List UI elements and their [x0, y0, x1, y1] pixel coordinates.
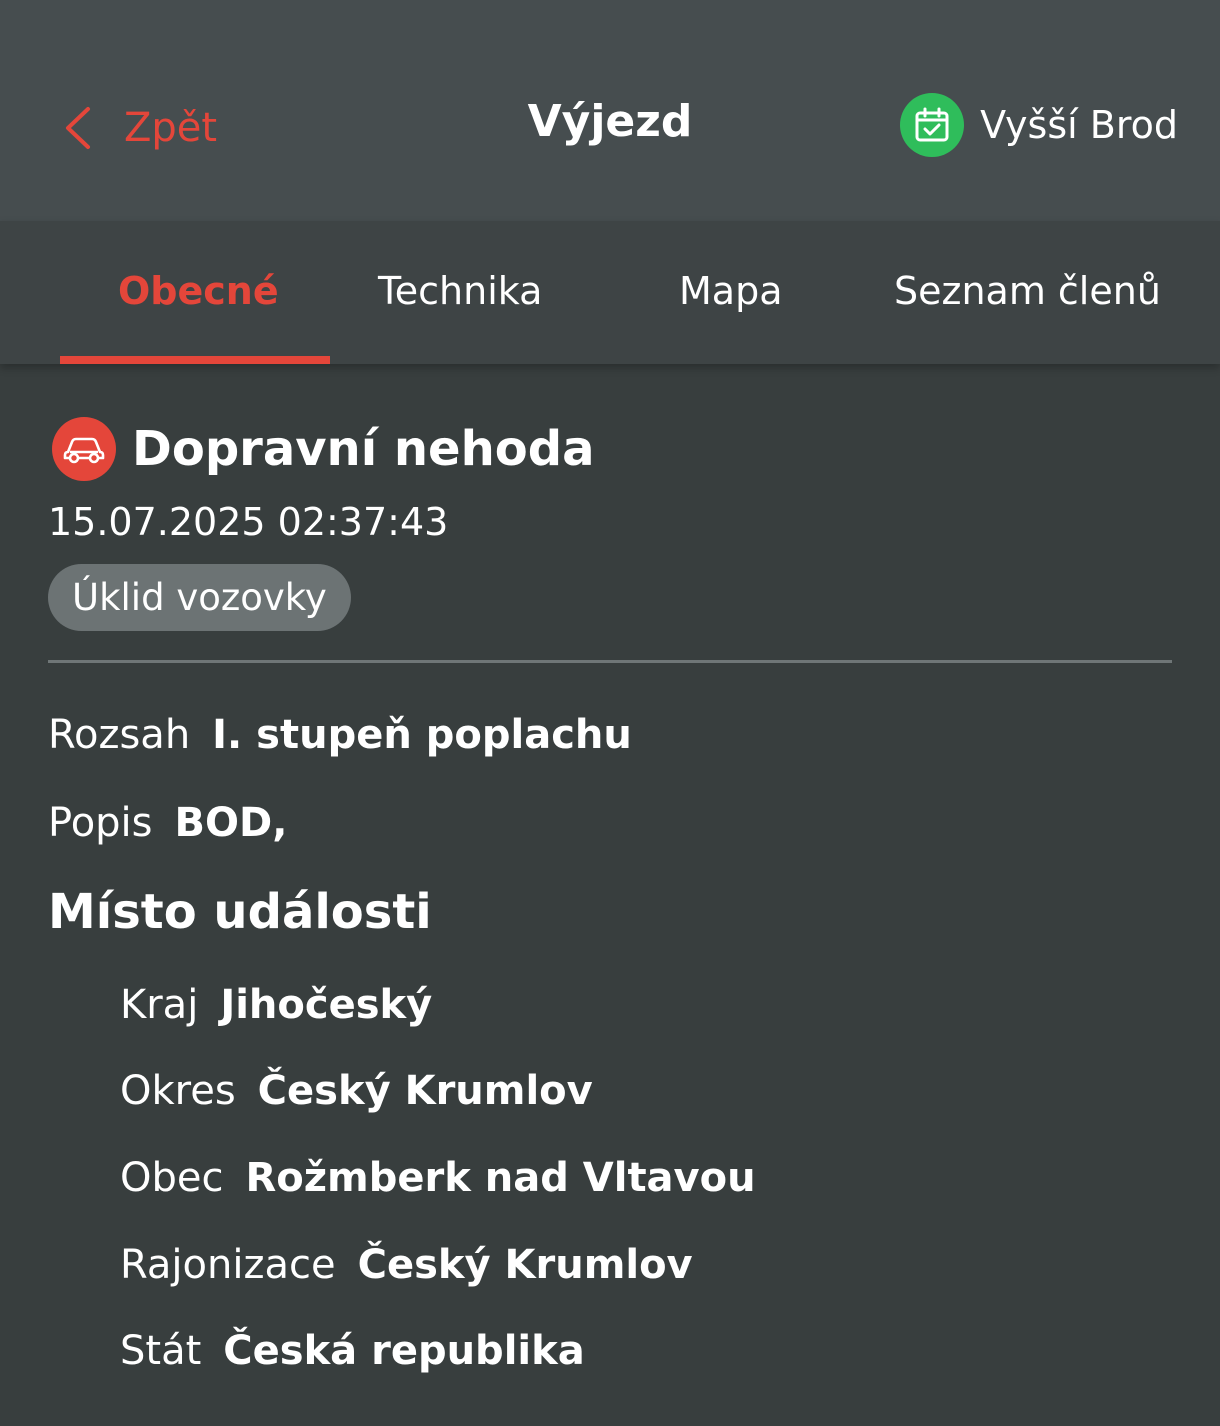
field-okres: Okres Český Krumlov: [120, 1068, 593, 1114]
field-popis: Popis BOD,: [48, 800, 287, 846]
field-value: Rožmberk nad Vltavou: [245, 1155, 756, 1201]
divider: [48, 660, 1172, 663]
field-label: Popis: [48, 800, 153, 846]
field-value: Česká republika: [223, 1328, 585, 1374]
active-tab-indicator: [60, 356, 330, 364]
tab-mapa[interactable]: Mapa: [679, 269, 782, 313]
event-header: Dopravní nehoda: [52, 417, 595, 481]
field-value: Český Krumlov: [257, 1068, 593, 1114]
field-kraj: Kraj Jihočeský: [120, 982, 432, 1028]
tab-technika[interactable]: Technika: [378, 269, 542, 313]
tab-obecne[interactable]: Obecné: [118, 269, 279, 313]
field-label: Obec: [120, 1155, 224, 1201]
location-section-title: Místo události: [48, 884, 432, 940]
field-stat: Stát Česká republika: [120, 1328, 585, 1374]
tab-bar: Obecné Technika Mapa Seznam členů: [0, 221, 1220, 364]
field-value: Český Krumlov: [357, 1242, 693, 1288]
field-value: I. stupeň poplachu: [212, 712, 632, 758]
app-header: Zpět Výjezd Vyšší Brod: [0, 0, 1220, 221]
field-label: Stát: [120, 1328, 202, 1374]
station-selector[interactable]: Vyšší Brod: [900, 93, 1178, 157]
field-value: Jihočeský: [220, 982, 433, 1028]
event-datetime: 15.07.2025 02:37:43: [48, 500, 449, 544]
field-rajonizace: Rajonizace Český Krumlov: [120, 1242, 693, 1288]
station-label: Vyšší Brod: [980, 103, 1178, 147]
event-title: Dopravní nehoda: [132, 421, 595, 477]
field-label: Rozsah: [48, 712, 191, 758]
tab-seznam-clenu[interactable]: Seznam členů: [894, 269, 1161, 313]
calendar-check-icon: [900, 93, 965, 157]
field-value: BOD,: [174, 800, 288, 846]
field-label: Kraj: [120, 982, 199, 1028]
field-rozsah: Rozsah I. stupeň poplachu: [48, 712, 632, 758]
event-tag: Úklid vozovky: [48, 564, 351, 631]
field-obec: Obec Rožmberk nad Vltavou: [120, 1155, 756, 1201]
field-label: Rajonizace: [120, 1242, 336, 1288]
car-icon: [52, 417, 116, 481]
field-label: Okres: [120, 1068, 236, 1114]
